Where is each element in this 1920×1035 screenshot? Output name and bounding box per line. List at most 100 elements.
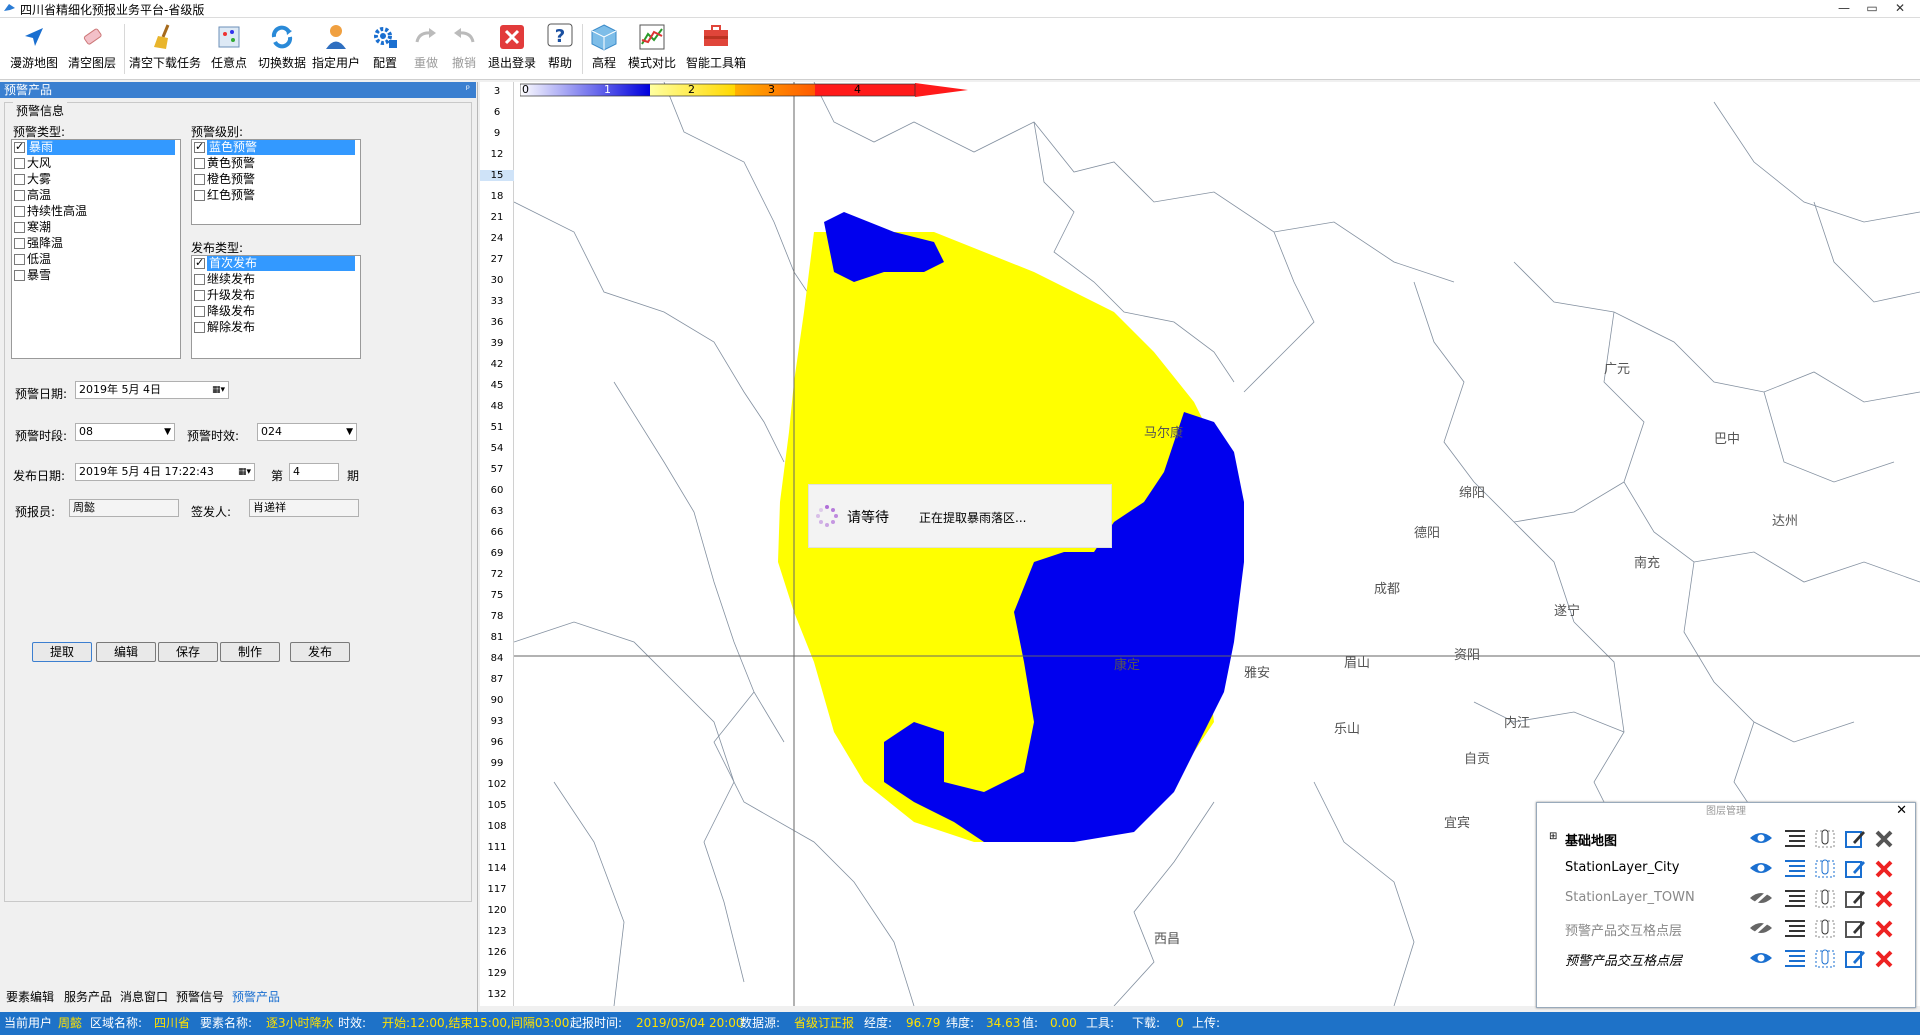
redo-button[interactable]: 重做 <box>408 22 444 78</box>
layer-row[interactable]: StationLayer_TOWN <box>1537 883 1915 913</box>
ruler-tick[interactable]: 48 <box>480 401 514 412</box>
ruler-tick[interactable]: 87 <box>480 674 514 685</box>
ruler-tick[interactable]: 78 <box>480 611 514 622</box>
ruler-tick[interactable]: 108 <box>480 821 514 832</box>
any-point-button[interactable]: 任意点 <box>206 22 252 78</box>
ruler-tick[interactable]: 3 <box>480 86 514 97</box>
edit-button[interactable]: 编辑 <box>96 642 156 662</box>
checkbox[interactable] <box>14 222 25 233</box>
signer-field[interactable]: 肖递祥 <box>249 499 359 517</box>
smart-toolbox-button[interactable]: 智能工具箱 <box>684 22 748 78</box>
calendar-icon[interactable]: ▦▾ <box>212 382 225 398</box>
eye-hidden-icon[interactable] <box>1749 918 1773 940</box>
layer-stack-icon[interactable] <box>1783 888 1807 910</box>
list-item[interactable]: 蓝色预警 <box>192 139 360 156</box>
edit-icon[interactable] <box>1843 858 1867 880</box>
checkbox[interactable] <box>194 255 205 270</box>
ruler-tick[interactable]: 33 <box>480 296 514 307</box>
layer-stack-icon[interactable] <box>1783 948 1807 970</box>
help-button[interactable]: ? 帮助 <box>542 22 578 78</box>
ruler-tick[interactable]: 81 <box>480 632 514 643</box>
layer-row[interactable]: ⊞ 基础地图 <box>1537 823 1915 853</box>
ruler-tick[interactable]: 57 <box>480 464 514 475</box>
ruler-tick[interactable]: 66 <box>480 527 514 538</box>
layer-stack-icon[interactable] <box>1783 918 1807 940</box>
ruler-tick[interactable]: 102 <box>480 779 514 790</box>
checkbox[interactable] <box>194 306 205 317</box>
extract-button[interactable]: 提取 <box>32 642 92 662</box>
checkbox[interactable] <box>194 158 205 169</box>
forecaster-field[interactable]: 周懿 <box>69 499 179 517</box>
select-tool-icon[interactable] <box>1813 828 1837 850</box>
list-item[interactable]: 升级发布 <box>192 288 360 304</box>
ruler-tick[interactable]: 75 <box>480 590 514 601</box>
pan-map-button[interactable]: 漫游地图 <box>8 22 60 78</box>
tab-warning-signal[interactable]: 预警信号 <box>176 988 224 1005</box>
checkbox[interactable] <box>194 274 205 285</box>
checkbox[interactable] <box>194 174 205 185</box>
pin-icon[interactable]: ᵖ <box>466 82 470 98</box>
list-item[interactable]: 橙色预警 <box>192 172 360 188</box>
ruler-tick[interactable]: 114 <box>480 863 514 874</box>
close-window-button[interactable]: ✕ <box>1880 0 1920 18</box>
checkbox[interactable] <box>194 290 205 301</box>
ruler-tick[interactable]: 99 <box>480 758 514 769</box>
ruler-tick[interactable]: 18 <box>480 191 514 202</box>
logout-button[interactable]: 退出登录 <box>486 22 538 78</box>
list-item[interactable]: 寒潮 <box>12 220 180 236</box>
switch-data-button[interactable]: 切换数据 <box>254 22 310 78</box>
config-button[interactable]: 配置 <box>364 22 406 78</box>
warning-level-list[interactable]: 蓝色预警 黄色预警 橙色预警 红色预警 <box>191 139 361 225</box>
publish-date-picker[interactable]: 2019年 5月 4日 17:22:43 ▦▾ <box>75 463 255 481</box>
ruler-tick[interactable]: 117 <box>480 884 514 895</box>
make-button[interactable]: 制作 <box>220 642 280 662</box>
ruler-tick[interactable]: 126 <box>480 947 514 958</box>
eye-hidden-icon[interactable] <box>1749 888 1773 910</box>
ruler-tick[interactable]: 24 <box>480 233 514 244</box>
list-item[interactable]: 解除发布 <box>192 320 360 336</box>
ruler-tick[interactable]: 84 <box>480 653 514 664</box>
clear-layers-button[interactable]: 清空图层 <box>66 22 118 78</box>
ruler-tick[interactable]: 12 <box>480 149 514 160</box>
select-tool-icon[interactable] <box>1813 888 1837 910</box>
clear-downloads-button[interactable]: 清空下载任务 <box>128 22 202 78</box>
ruler-tick[interactable]: 120 <box>480 905 514 916</box>
checkbox[interactable] <box>14 174 25 185</box>
ruler-tick[interactable]: 123 <box>480 926 514 937</box>
ruler-tick[interactable]: 63 <box>480 506 514 517</box>
delete-icon[interactable] <box>1873 918 1897 940</box>
ruler-tick[interactable]: 93 <box>480 716 514 727</box>
list-item[interactable]: 大雾 <box>12 172 180 188</box>
layer-stack-icon[interactable] <box>1783 828 1807 850</box>
select-tool-icon[interactable] <box>1813 858 1837 880</box>
checkbox[interactable] <box>14 254 25 265</box>
checkbox[interactable] <box>14 238 25 249</box>
checkbox[interactable] <box>14 139 25 154</box>
publish-button[interactable]: 发布 <box>290 642 350 662</box>
ruler-tick[interactable]: 105 <box>480 800 514 811</box>
edit-icon[interactable] <box>1843 948 1867 970</box>
list-item[interactable]: 降级发布 <box>192 304 360 320</box>
ruler-tick[interactable]: 42 <box>480 359 514 370</box>
ruler-tick[interactable]: 36 <box>480 317 514 328</box>
ruler-tick[interactable]: 39 <box>480 338 514 349</box>
delete-icon[interactable] <box>1873 888 1897 910</box>
expand-icon[interactable]: ⊞ <box>1549 831 1557 842</box>
list-item[interactable]: 暴雪 <box>12 268 180 284</box>
checkbox[interactable] <box>14 190 25 201</box>
model-compare-button[interactable]: 模式对比 <box>624 22 680 78</box>
delete-icon[interactable] <box>1873 948 1897 970</box>
list-item[interactable]: 首次发布 <box>192 255 360 272</box>
list-item[interactable]: 高温 <box>12 188 180 204</box>
layer-row[interactable]: StationLayer_City <box>1537 853 1915 883</box>
list-item[interactable]: 持续性高温 <box>12 204 180 220</box>
layer-row[interactable]: 预警产品交互格点层 <box>1537 913 1915 943</box>
edit-icon[interactable] <box>1843 918 1867 940</box>
list-item[interactable]: 强降温 <box>12 236 180 252</box>
delete-icon[interactable] <box>1873 858 1897 880</box>
ruler-tick[interactable]: 132 <box>480 989 514 1000</box>
ruler-tick[interactable]: 72 <box>480 569 514 580</box>
assign-user-button[interactable]: 指定用户 <box>310 22 362 78</box>
ruler-tick[interactable]: 45 <box>480 380 514 391</box>
save-button[interactable]: 保存 <box>158 642 218 662</box>
